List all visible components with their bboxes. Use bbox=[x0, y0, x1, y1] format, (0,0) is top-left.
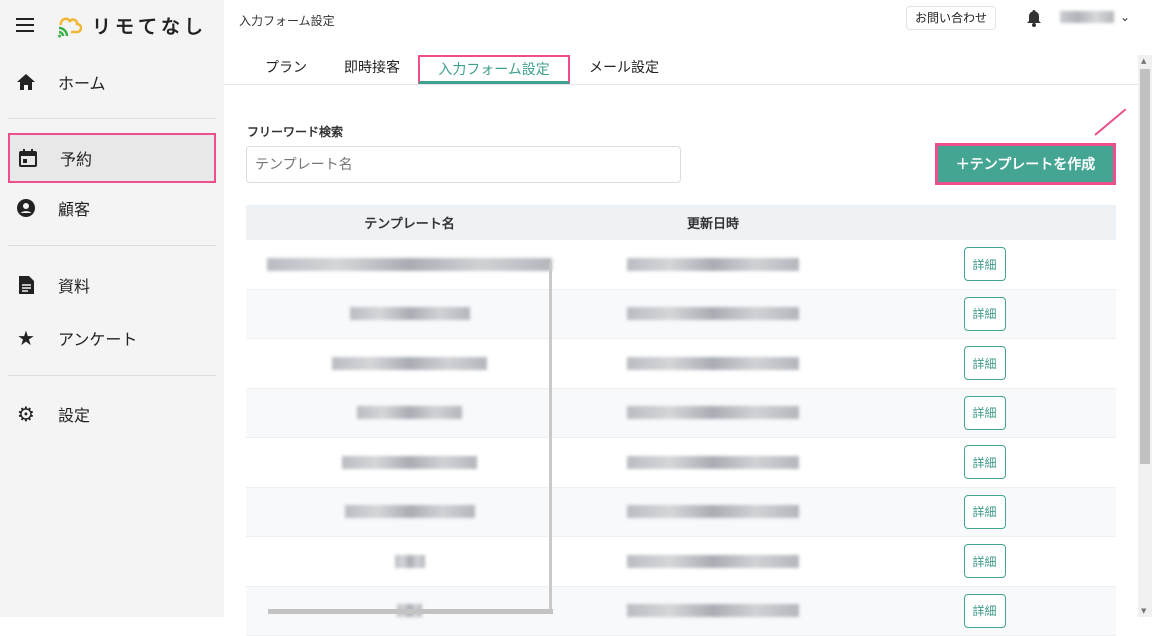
detail-button[interactable]: 詳細 bbox=[964, 495, 1006, 529]
updated-at-blurred bbox=[627, 505, 799, 518]
search-label: フリーワード検索 bbox=[247, 123, 343, 140]
detail-button[interactable]: 詳細 bbox=[964, 247, 1006, 281]
table-row: 詳細 bbox=[246, 240, 1116, 290]
detail-button[interactable]: 詳細 bbox=[964, 544, 1006, 578]
template-name-blurred bbox=[267, 258, 552, 271]
horizontal-scrollbar[interactable] bbox=[268, 609, 553, 614]
template-name-blurred bbox=[345, 505, 475, 518]
tab-mail-settings[interactable]: メール設定 bbox=[584, 55, 664, 84]
divider bbox=[8, 375, 216, 376]
table-row: 詳細 bbox=[246, 290, 1116, 340]
sidebar-item-customers[interactable]: 顧客 bbox=[8, 184, 216, 232]
table-row: 詳細 bbox=[246, 389, 1116, 439]
template-name-blurred bbox=[342, 456, 477, 469]
updated-at-blurred bbox=[627, 406, 799, 419]
scroll-down-icon[interactable]: ▼ bbox=[1141, 607, 1146, 615]
account-circle-icon bbox=[16, 198, 36, 218]
vertical-scrollbar[interactable]: ▲ ▼ bbox=[1138, 55, 1152, 617]
app-logo[interactable]: リモてなし bbox=[56, 12, 207, 39]
cloud-logo-icon bbox=[56, 13, 82, 39]
template-name-blurred bbox=[332, 357, 487, 370]
create-template-button[interactable]: ＋テンプレートを作成 bbox=[935, 143, 1116, 185]
sidebar-item-survey[interactable]: ★アンケート bbox=[8, 314, 216, 362]
search-input[interactable] bbox=[246, 146, 681, 183]
sidebar: リモてなし ホーム 予約 顧客 資料 ★アンケート ⚙設定 bbox=[0, 0, 224, 617]
updated-at-blurred bbox=[627, 307, 799, 320]
sidebar-item-home[interactable]: ホーム bbox=[8, 58, 216, 106]
template-name-blurred bbox=[350, 307, 470, 320]
detail-button[interactable]: 詳細 bbox=[964, 445, 1006, 479]
column-header-name: テンプレート名 bbox=[246, 213, 573, 232]
table-row: 詳細 bbox=[246, 438, 1116, 488]
detail-button[interactable]: 詳細 bbox=[964, 594, 1006, 628]
user-name-blurred[interactable] bbox=[1060, 11, 1114, 23]
gear-icon: ⚙ bbox=[16, 404, 36, 424]
bell-icon[interactable] bbox=[1026, 9, 1042, 31]
page-title: 入力フォーム設定 bbox=[239, 12, 335, 29]
detail-button[interactable]: 詳細 bbox=[964, 297, 1006, 331]
sidebar-item-reservation[interactable]: 予約 bbox=[8, 133, 216, 183]
updated-at-blurred bbox=[627, 604, 799, 617]
column-resize-line bbox=[549, 262, 552, 612]
divider bbox=[8, 245, 216, 246]
updated-at-blurred bbox=[627, 555, 799, 568]
detail-button[interactable]: 詳細 bbox=[964, 396, 1006, 430]
tab-plan[interactable]: プラン bbox=[254, 55, 318, 84]
hamburger-menu-icon[interactable] bbox=[16, 18, 34, 32]
sidebar-item-settings[interactable]: ⚙設定 bbox=[8, 390, 216, 438]
home-icon bbox=[16, 72, 36, 92]
calendar-icon bbox=[18, 148, 38, 168]
tab-input-form-settings[interactable]: 入力フォーム設定 bbox=[418, 55, 570, 84]
template-name-blurred bbox=[395, 555, 425, 568]
updated-at-blurred bbox=[627, 357, 799, 370]
detail-button[interactable]: 詳細 bbox=[964, 346, 1006, 380]
star-icon: ★ bbox=[16, 328, 36, 348]
chevron-down-icon[interactable]: ⌄ bbox=[1120, 10, 1130, 24]
template-table: テンプレート名 更新日時 詳細詳細詳細詳細詳細詳細詳細詳細 bbox=[246, 205, 1116, 636]
sidebar-item-documents[interactable]: 資料 bbox=[8, 261, 216, 309]
tab-instant-service[interactable]: 即時接客 bbox=[336, 55, 408, 84]
table-row: 詳細 bbox=[246, 537, 1116, 587]
template-name-blurred bbox=[357, 406, 462, 419]
updated-at-blurred bbox=[627, 258, 799, 271]
scrollbar-thumb[interactable] bbox=[1140, 69, 1150, 464]
table-header: テンプレート名 更新日時 bbox=[246, 205, 1116, 240]
updated-at-blurred bbox=[627, 456, 799, 469]
tab-bar: プラン 即時接客 入力フォーム設定 メール設定 bbox=[224, 55, 1138, 85]
table-row: 詳細 bbox=[246, 488, 1116, 538]
divider bbox=[8, 118, 216, 119]
table-row: 詳細 bbox=[246, 339, 1116, 389]
scroll-up-icon[interactable]: ▲ bbox=[1141, 57, 1146, 65]
document-icon bbox=[16, 275, 36, 295]
column-header-updated: 更新日時 bbox=[573, 213, 853, 232]
contact-button[interactable]: お問い合わせ bbox=[906, 6, 996, 30]
annotation-arrow bbox=[1094, 109, 1126, 136]
